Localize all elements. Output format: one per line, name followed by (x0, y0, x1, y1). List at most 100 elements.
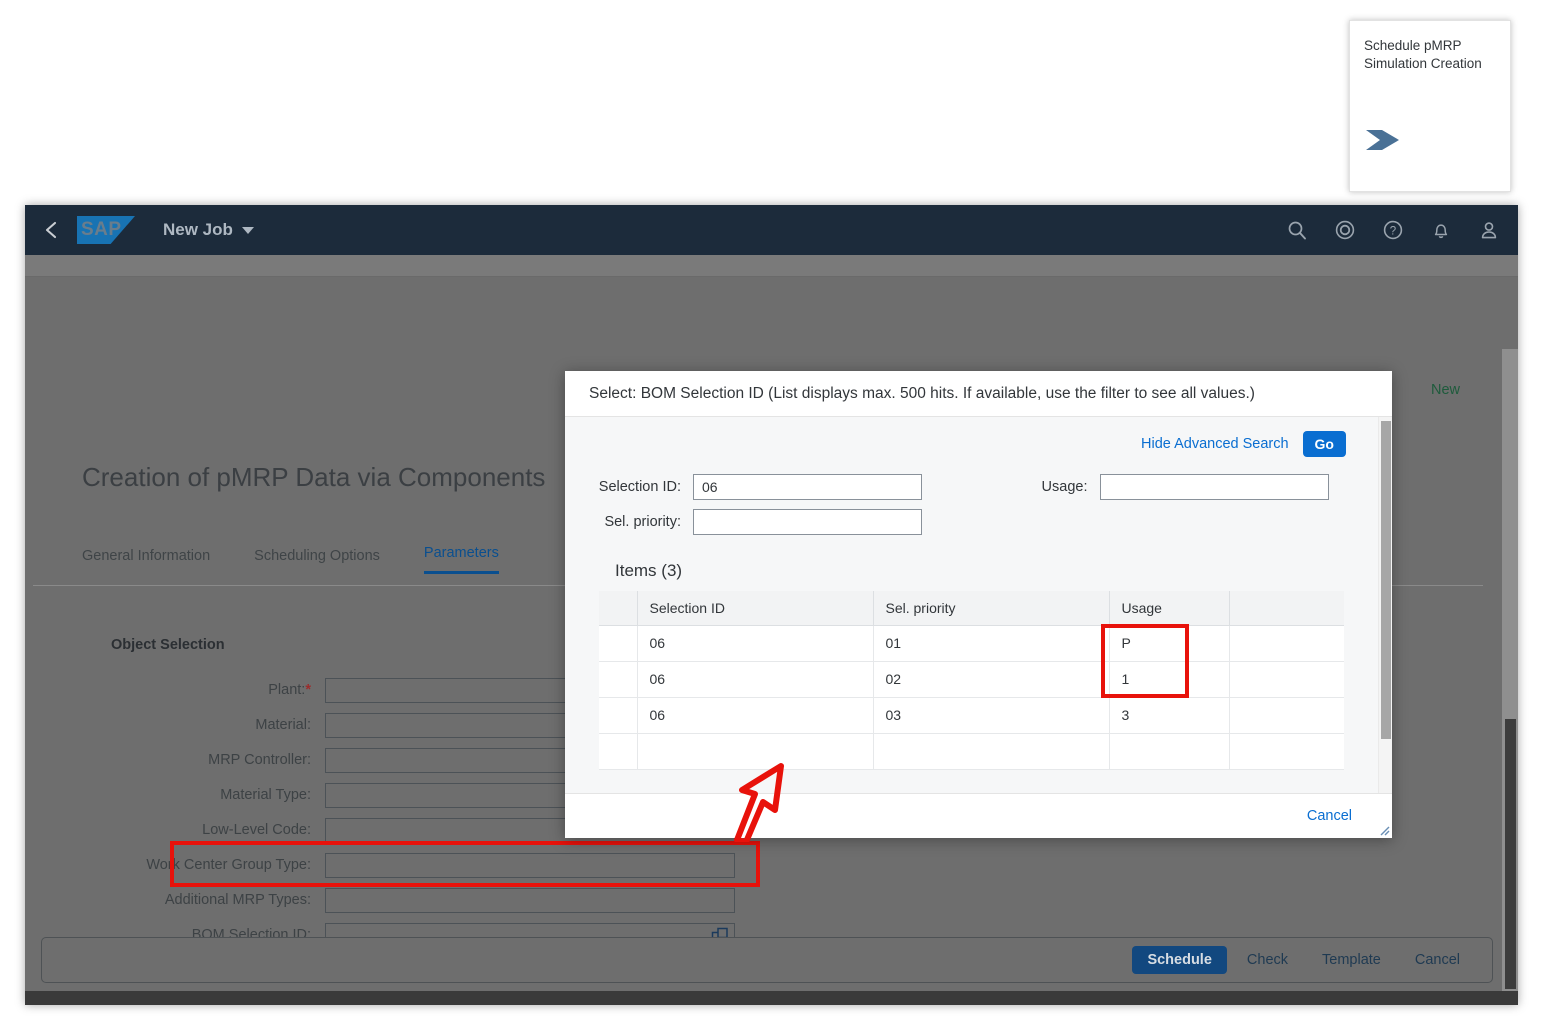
window-bottom-strip (25, 991, 1518, 1005)
table-row[interactable] (599, 733, 1344, 770)
label-mrp-controller: MRP Controller: (208, 752, 311, 768)
cell-sel-priority: 01 (873, 625, 1110, 662)
label-low-level-code: Low-Level Code: (202, 822, 311, 838)
filter-selection-id-input[interactable]: 06 (693, 473, 922, 500)
search-icon[interactable] (1286, 219, 1308, 241)
cell-usage: 3 (1109, 697, 1230, 734)
filter-sel-priority-input[interactable] (693, 508, 922, 535)
cell-usage (1109, 733, 1230, 770)
column-header-usage: Usage (1109, 591, 1230, 626)
results-table: Selection ID Sel. priority Usage 06 01 P (599, 591, 1344, 770)
label-filter-usage: Usage: (1041, 478, 1088, 495)
filter-column-left: Selection ID: 06 Sel. priority: (565, 469, 979, 539)
chevron-down-icon (241, 226, 254, 234)
cell-select (599, 661, 638, 698)
cell-selection-id: 06 (637, 661, 874, 698)
go-button[interactable]: Go (1302, 431, 1346, 457)
screenshot-root: Schedule pMRP Simulation Creation SAP Ne… (0, 0, 1543, 1024)
cell-selection-id: 06 (637, 625, 874, 662)
dialog-search-row: Hide Advanced Search Go (565, 417, 1392, 461)
label-material-type: Material Type: (220, 787, 311, 803)
table-row[interactable]: 06 03 3 (599, 697, 1344, 734)
cell-selection-id: 06 (637, 697, 874, 734)
dialog-vertical-scrollbar[interactable] (1378, 417, 1392, 793)
cell-spacer (1229, 733, 1344, 770)
label-filter-selection-id: Selection ID: (598, 478, 681, 495)
tab-scheduling-options[interactable]: Scheduling Options (254, 548, 380, 574)
check-button[interactable]: Check (1233, 946, 1302, 974)
table-row[interactable]: 06 01 P (599, 625, 1344, 662)
label-work-center-group-type: Work Center Group Type: (146, 857, 311, 873)
filter-row-sel-priority: Sel. priority: (565, 504, 979, 539)
cell-sel-priority (873, 733, 1110, 770)
column-header-spacer (1229, 591, 1344, 626)
chevron-forward-icon (1366, 129, 1400, 151)
dialog-cancel-button[interactable]: Cancel (1307, 808, 1352, 824)
notifications-icon[interactable] (1430, 219, 1452, 241)
copilot-icon[interactable] (1334, 219, 1356, 241)
sap-logo-text: SAP (81, 219, 122, 240)
hide-advanced-search-link[interactable]: Hide Advanced Search (1141, 436, 1289, 452)
back-chevron-icon[interactable] (41, 219, 63, 241)
scrollbar-thumb[interactable] (1381, 421, 1391, 739)
page-title: Creation of pMRP Data via Components (82, 462, 546, 492)
form-row-work-center-group-type: Work Center Group Type: (85, 848, 735, 883)
svg-text:?: ? (1390, 226, 1396, 238)
additional-mrp-types-input[interactable] (325, 888, 735, 913)
sub-header-strip (25, 255, 1518, 277)
cell-spacer (1229, 697, 1344, 734)
app-title-menu[interactable]: New Job (163, 220, 254, 240)
tab-parameters[interactable]: Parameters (423, 545, 499, 574)
cell-select (599, 697, 638, 734)
help-icon[interactable]: ? (1382, 219, 1404, 241)
sap-logo: SAP (77, 216, 135, 244)
cell-spacer (1229, 625, 1344, 662)
user-avatar-icon[interactable] (1478, 219, 1500, 241)
resize-corner-icon[interactable] (1377, 823, 1390, 836)
cancel-button[interactable]: Cancel (1401, 946, 1474, 974)
label-plant: Plant:* (268, 682, 311, 698)
filter-row-usage: Usage: (979, 469, 1393, 504)
filter-usage-input[interactable] (1099, 473, 1329, 500)
label-additional-mrp-types: Additional MRP Types: (164, 892, 311, 908)
cell-select (599, 625, 638, 662)
table-row[interactable]: 06 02 1 (599, 661, 1344, 698)
cell-usage: 1 (1109, 661, 1230, 698)
footer-action-bar: Schedule Check Template Cancel (41, 937, 1493, 983)
form-row-additional-mrp-types: Additional MRP Types: (85, 883, 735, 918)
template-button[interactable]: Template (1308, 946, 1395, 974)
column-header-select (599, 591, 638, 626)
dialog-title: Select: BOM Selection ID (List displays … (565, 371, 1392, 417)
items-count-label: Items (3) (615, 561, 683, 580)
tab-general-information[interactable]: General Information (82, 548, 210, 574)
label-material: Material: (255, 717, 311, 733)
cell-sel-priority: 03 (873, 697, 1110, 734)
scrollbar-thumb[interactable] (1505, 719, 1516, 989)
column-header-sel-priority: Sel. priority (873, 591, 1110, 626)
tile-title: Schedule pMRP Simulation Creation (1364, 38, 1482, 71)
label-filter-sel-priority: Sel. priority: (604, 513, 681, 530)
work-center-group-type-input[interactable] (325, 853, 735, 878)
cell-sel-priority: 02 (873, 661, 1110, 698)
dialog-body: Hide Advanced Search Go Selection ID: 06… (565, 417, 1392, 793)
cell-selection-id (637, 733, 874, 770)
shell-actions: ? (1286, 219, 1500, 241)
launchpad-tile-schedule-pmrp[interactable]: Schedule pMRP Simulation Creation (1349, 20, 1511, 192)
section-title-object-selection: Object Selection (111, 637, 225, 653)
column-header-selection-id: Selection ID (637, 591, 874, 626)
app-title: New Job (163, 220, 233, 239)
required-asterisk: * (305, 682, 311, 698)
cell-spacer (1229, 661, 1344, 698)
cell-usage: P (1109, 625, 1230, 662)
status-badge: New (1430, 382, 1460, 398)
table-header-row: Selection ID Sel. priority Usage (599, 591, 1344, 626)
tab-bar: General Information Scheduling Options P… (82, 545, 499, 574)
filter-row-selection-id: Selection ID: 06 (565, 469, 979, 504)
value-help-dialog: Select: BOM Selection ID (List displays … (565, 371, 1392, 838)
shell-bar: SAP New Job ? (25, 205, 1518, 255)
cell-select (599, 733, 638, 770)
schedule-button[interactable]: Schedule (1132, 946, 1227, 974)
dialog-footer: Cancel (565, 793, 1392, 838)
dialog-filters: Selection ID: 06 Sel. priority: Usage: (565, 461, 1392, 539)
page-vertical-scrollbar[interactable] (1502, 349, 1518, 1005)
